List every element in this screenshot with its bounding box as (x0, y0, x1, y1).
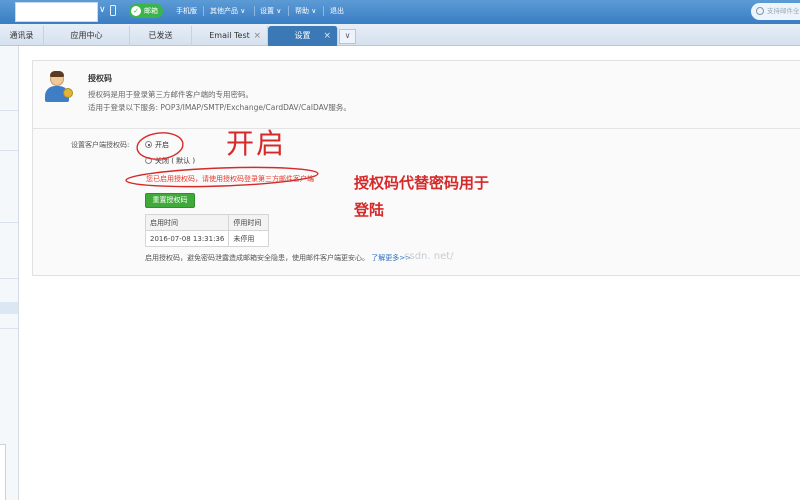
table-header-row: 启用时间 停用时间 (144, 214, 270, 231)
radio-enable-label[interactable]: 开启 (155, 140, 169, 150)
close-icon[interactable]: × (253, 26, 261, 46)
tab-app-center[interactable]: 应用中心 (44, 26, 130, 46)
account-name-box[interactable] (15, 2, 98, 22)
sidebar-divider (0, 110, 18, 111)
sidebar-divider (0, 222, 18, 223)
vip-icon: ✓ (131, 6, 141, 16)
search-icon (756, 7, 764, 15)
tab-label: 已发送 (148, 31, 173, 40)
sidebar-panel (0, 444, 6, 500)
chevron-down-icon: ∨ (344, 31, 351, 40)
nav-other-products[interactable]: 其他产品 ∨ (210, 5, 245, 18)
nav-help[interactable]: 帮助 ∨ (295, 5, 316, 18)
watermark: csdn. net/ (404, 251, 454, 262)
radio-enable[interactable] (145, 141, 152, 148)
footnote-text: 启用授权码，避免密码泄露造成邮箱安全隐患，使用邮件客户端更安心。 (145, 254, 369, 262)
radio-disable-label[interactable]: 关闭 ( 默认 ) (155, 156, 195, 166)
tab-bar: 通讯录 应用中心 已发送 Email Test × 设置 × ∨ (0, 24, 800, 46)
radio-disable[interactable] (145, 157, 152, 164)
footnote: 启用授权码，避免密码泄露造成邮箱安全隐患，使用邮件客户端更安心。 了解更多>> (145, 253, 411, 263)
auth-code-table: 启用时间 停用时间 2016-07-08 13:31:36 未停用 (144, 214, 270, 247)
panel-description-services: 适用于登录以下服务: POP3/IMAP/SMTP/Exchange/CardD… (88, 103, 351, 112)
left-sidebar (0, 46, 19, 500)
table-row: 2016-07-08 13:31:36 未停用 (144, 230, 270, 247)
tab-label: 通讯录 (9, 31, 34, 40)
search-placeholder: 支持邮件全 (767, 7, 800, 15)
auth-code-panel: 授权码 授权码是用于登录第三方邮件客户端的专用密码。 适用于登录以下服务: PO… (32, 60, 800, 276)
table-header: 启用时间 (144, 214, 230, 231)
table-cell-start-time: 2016-07-08 13:31:36 (144, 230, 230, 247)
vip-badge-label: 邮箱 (144, 7, 158, 15)
tab-label: 设置 (294, 31, 311, 40)
annotation-text-line2: 登陆 (354, 201, 385, 219)
nav-divider (254, 6, 255, 16)
nav-divider (203, 6, 204, 16)
close-icon[interactable]: × (323, 26, 331, 46)
tab-contacts[interactable]: 通讯录 (0, 26, 44, 46)
status-notice: 您已启用授权码，请使用授权码登录第三方邮件客户端 (146, 175, 314, 183)
panel-header: 授权码 授权码是用于登录第三方邮件客户端的专用密码。 适用于登录以下服务: PO… (33, 61, 800, 129)
user-key-icon (43, 71, 75, 105)
sidebar-divider (0, 150, 18, 151)
search-input[interactable]: 支持邮件全 (751, 3, 800, 20)
tab-label: Email Test (209, 31, 250, 40)
annotation-handwritten: 开启 (226, 127, 287, 160)
regenerate-code-button[interactable]: 重置授权码 (145, 193, 195, 208)
tab-email-test[interactable]: Email Test × (192, 26, 268, 46)
tab-list-dropdown[interactable]: ∨ (339, 29, 356, 44)
table-header: 停用时间 (228, 214, 270, 231)
vip-badge[interactable]: ✓ 邮箱 (129, 4, 163, 18)
top-bar: ∨ ✓ 邮箱 手机版 其他产品 ∨ 设置 ∨ 帮助 ∨ 退出 支持邮件全 (0, 0, 800, 24)
setting-label: 设置客户端授权码: (71, 141, 130, 149)
sidebar-item-selected[interactable] (0, 302, 18, 314)
nav-divider (288, 6, 289, 16)
nav-divider (323, 6, 324, 16)
sidebar-divider (0, 278, 18, 279)
chevron-down-icon[interactable]: ∨ (99, 5, 106, 15)
nav-mobile-link[interactable]: 手机版 (176, 5, 197, 18)
panel-title: 授权码 (88, 74, 112, 83)
sidebar-divider (0, 328, 18, 329)
phone-icon[interactable] (110, 5, 116, 16)
nav-settings[interactable]: 设置 ∨ (260, 5, 281, 18)
nav-logout[interactable]: 退出 (330, 5, 344, 18)
annotation-text-line1: 授权码代替密码用于 (354, 174, 490, 192)
panel-description: 授权码是用于登录第三方邮件客户端的专用密码。 (88, 90, 253, 99)
tab-settings[interactable]: 设置 × (268, 26, 338, 46)
tab-sent[interactable]: 已发送 (130, 26, 192, 46)
table-cell-stop-time: 未停用 (228, 230, 270, 247)
tab-label: 应用中心 (70, 31, 103, 40)
